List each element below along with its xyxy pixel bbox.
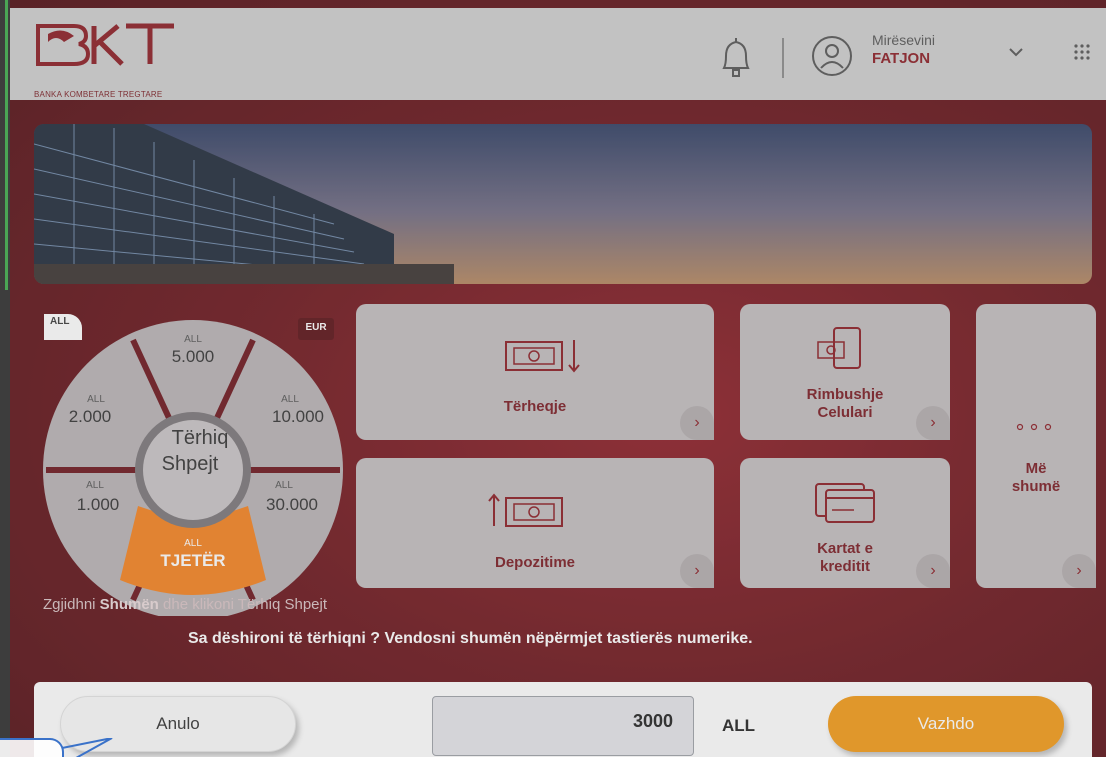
amount-prompt: Sa dëshironi të tërhiqni ? Vendosni shum… — [188, 630, 753, 647]
option-currency: ALL — [87, 394, 105, 405]
instruction-bold: Shumën — [99, 596, 159, 613]
center-label-line2: Shpejt — [162, 453, 219, 475]
header-bar: BANKA KOMBETARE TREGTARE Mirësevini FATJ… — [10, 8, 1106, 100]
instruction-prefix: Zgjidhni — [42, 596, 96, 613]
atm-screen: BANKA KOMBETARE TREGTARE Mirësevini FATJ… — [0, 0, 1106, 757]
tile-rimbushje-label-1: Rimbushje — [806, 386, 884, 403]
username: FATJON — [872, 50, 931, 67]
cash-withdraw-icon — [505, 340, 580, 373]
option-currency: ALL — [184, 334, 202, 345]
screen-edge — [0, 0, 10, 757]
tile-terheqje-label: Tërheqje — [503, 398, 567, 415]
amount-currency: ALL — [722, 716, 756, 735]
tile-terheqje-arrow[interactable]: › — [680, 406, 714, 440]
tile-me-shume-arrow[interactable]: › — [1062, 554, 1096, 588]
bkt-logo: BANKA KOMBETARE TREGTARE — [34, 20, 194, 99]
tile-kartat-arrow[interactable]: › — [916, 554, 950, 588]
bkt-logo-mark — [36, 23, 174, 66]
center-label-line1: Tërhiq — [172, 427, 229, 449]
instruction-suffix: dhe klikoni Tërhiq Shpejt — [163, 596, 328, 613]
amount-entry-bar: Anulo 3000 ALL Vazhdo — [34, 682, 1092, 757]
option-1000[interactable]: 1.000 — [77, 495, 120, 514]
tile-me-shume-label-1: Më — [1025, 460, 1047, 477]
tooltip-bubble — [0, 738, 64, 757]
option-10000[interactable]: 10.000 — [272, 407, 324, 426]
tile-terheqje[interactable]: Tërheqje › — [356, 304, 714, 440]
option-tjeter[interactable]: TJETËR — [160, 551, 225, 570]
cash-deposit-icon — [488, 493, 563, 527]
option-currency: ALL — [281, 394, 299, 405]
header-divider — [782, 38, 784, 78]
option-5000[interactable]: 5.000 — [172, 347, 215, 366]
option-currency: ALL — [275, 480, 293, 491]
tooltip-tail — [62, 738, 113, 757]
option-currency: ALL — [184, 538, 202, 549]
amount-input[interactable]: 3000 — [432, 696, 694, 756]
promo-banner — [34, 124, 1092, 284]
more-dots-icon — [1016, 423, 1052, 431]
option-currency: ALL — [86, 480, 104, 491]
quick-withdraw-wheel: ALL 5.000 ALL 10.000 ALL 30.000 ALL TJET… — [43, 320, 343, 616]
quick-withdraw-instruction: Zgjidhni Shumën dhe klikoni Tërhiq Shpej… — [0, 594, 370, 616]
tile-depozitime-arrow[interactable]: › — [680, 554, 714, 588]
tile-me-shume[interactable]: Më shumë › — [976, 304, 1096, 588]
option-30000[interactable]: 30.000 — [266, 495, 318, 514]
welcome-text: Mirësevini — [872, 32, 936, 48]
tile-rimbushje-celulari[interactable]: Rimbushje Celulari › — [740, 304, 950, 440]
tile-me-shume-label-2: shumë — [1011, 478, 1061, 495]
continue-button[interactable]: Vazhdo — [828, 696, 1064, 752]
user-avatar-icon[interactable] — [810, 34, 854, 78]
bell-icon[interactable] — [714, 34, 758, 80]
tile-rimbushje-arrow[interactable]: › — [916, 406, 950, 440]
tile-depozitime-label: Depozitime — [494, 554, 575, 571]
tile-kartat-e-kreditit[interactable]: Kartat e kreditit › — [740, 458, 950, 588]
option-2000[interactable]: 2.000 — [69, 407, 112, 426]
tile-depozitime[interactable]: Depozitime › — [356, 458, 714, 588]
logo-subtitle: BANKA KOMBETARE TREGTARE — [34, 90, 163, 99]
bank-building-image — [34, 124, 454, 284]
tile-kartat-label-1: Kartat e — [817, 540, 873, 557]
mobile-topup-icon — [817, 327, 861, 369]
chevron-down-icon[interactable] — [1006, 44, 1026, 60]
apps-grid-icon[interactable] — [1072, 42, 1092, 62]
credit-card-icon — [815, 483, 875, 523]
